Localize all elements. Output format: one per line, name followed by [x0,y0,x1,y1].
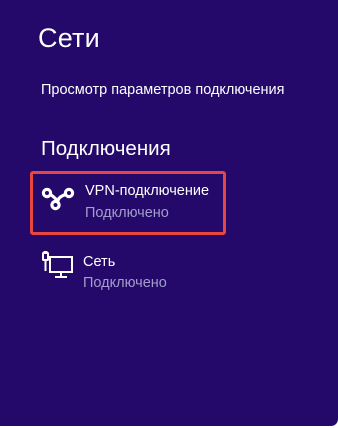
view-connection-settings-link[interactable]: Просмотр параметров подключения [41,82,285,98]
connection-status: Подключено [83,275,167,291]
connection-name: Сеть [83,254,116,270]
connection-status: Подключено [85,205,169,221]
connections-heading: Подключения [41,137,171,160]
vpn-icon [41,187,75,211]
networks-charm-panel: Сети Просмотр параметров подключения Под… [0,0,338,426]
connection-name: VPN-подключение [85,183,210,199]
connection-item-vpn[interactable]: VPN-подключение Подключено [30,171,226,235]
connection-item-network[interactable]: Сеть Подключено [31,244,224,304]
wired-network-icon [42,251,73,278]
panel-title: Сети [38,23,100,53]
